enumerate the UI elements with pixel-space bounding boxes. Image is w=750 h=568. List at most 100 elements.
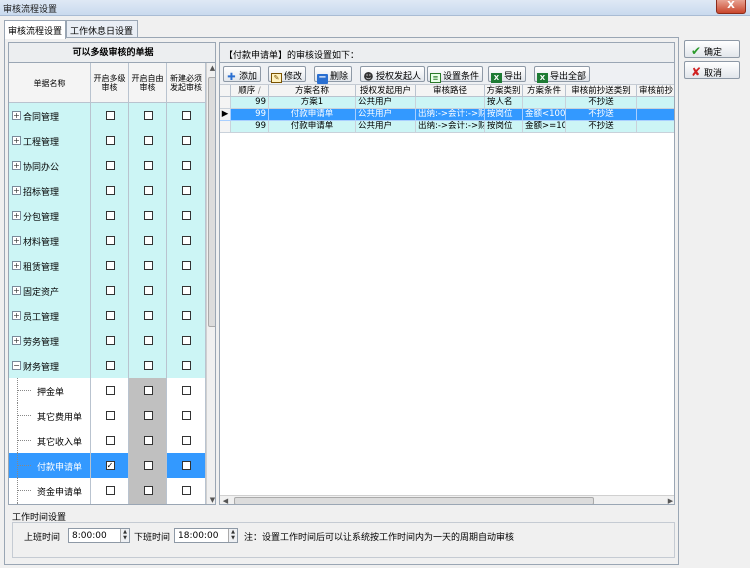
scroll-down-icon[interactable]: ▼ (207, 495, 215, 504)
checkbox[interactable] (182, 161, 191, 170)
checkbox[interactable] (182, 286, 191, 295)
checkbox[interactable] (105, 311, 115, 320)
collapse-icon[interactable]: − (12, 361, 21, 370)
checkbox[interactable] (105, 386, 115, 395)
checkbox[interactable] (143, 436, 153, 445)
checkbox[interactable] (143, 411, 153, 420)
condition-cell[interactable]: 金额<10000 (523, 109, 566, 121)
header-cc[interactable]: 审核前抄 (637, 85, 674, 97)
auth-users-cell[interactable]: 公共用户 (356, 121, 416, 133)
checkbox[interactable] (143, 236, 153, 245)
end-time-input[interactable]: 18:00:00 ▲ ▼ (174, 528, 238, 543)
document-row[interactable]: + 租赁管理 (9, 253, 206, 278)
row-indicator[interactable] (220, 121, 231, 133)
scroll-up-icon[interactable]: ▲ (207, 63, 215, 74)
scroll-right-icon[interactable]: ▶ (665, 496, 674, 504)
expand-icon[interactable]: + (12, 186, 21, 195)
checkbox[interactable] (105, 161, 115, 170)
checkbox[interactable] (182, 186, 191, 195)
auth-users-cell[interactable]: 公共用户 (356, 109, 416, 121)
document-row[interactable]: 其它收入单 (9, 428, 206, 453)
cc-cell[interactable] (637, 121, 674, 133)
checkbox[interactable] (105, 336, 115, 345)
checkbox[interactable] (105, 486, 115, 495)
checkbox[interactable] (105, 436, 115, 445)
tab-approval-flow[interactable]: 审核流程设置 (4, 20, 66, 39)
document-name-cell[interactable]: + 分包管理 (9, 203, 91, 228)
checkbox[interactable] (182, 261, 191, 270)
checkbox[interactable] (182, 311, 191, 320)
checkbox[interactable] (143, 386, 153, 395)
expand-icon[interactable]: + (12, 261, 21, 270)
close-button[interactable]: X (716, 0, 746, 14)
document-name-cell[interactable]: 其它收入单 (9, 428, 91, 453)
document-row[interactable]: + 协同办公 (9, 153, 206, 178)
scheme-grid-hscroll[interactable]: ◀ ▶ (220, 495, 674, 504)
order-cell[interactable]: 99 (231, 97, 269, 109)
start-time-input[interactable]: 8:00:00 ▲ ▼ (68, 528, 130, 543)
header-auth-users[interactable]: 授权发起用户 (356, 85, 416, 97)
document-row[interactable]: 付款单 (9, 503, 206, 504)
document-name-cell[interactable]: − 财务管理 (9, 353, 91, 378)
scroll-left-icon[interactable]: ◀ (220, 496, 231, 504)
document-row[interactable]: 资金申请单 (9, 478, 206, 503)
checkbox[interactable] (182, 461, 191, 470)
scheme-row[interactable]: ▶99付款申请单公共用户出纳:->会计:->财按岗位金额<10000不抄送 (220, 109, 674, 121)
tab-workday-settings[interactable]: 工作休息日设置 (66, 20, 138, 38)
header-must-initiate[interactable]: 新建必须发起审核 (167, 63, 206, 103)
document-row[interactable]: 押金单 (9, 378, 206, 403)
checkbox[interactable] (182, 411, 191, 420)
expand-icon[interactable]: + (12, 161, 21, 170)
document-name-cell[interactable]: + 劳务管理 (9, 328, 91, 353)
checkbox[interactable] (143, 461, 153, 470)
header-scheme-category[interactable]: 方案类别 (485, 85, 523, 97)
checkbox[interactable] (143, 211, 153, 220)
checkbox[interactable] (143, 336, 153, 345)
checkbox[interactable] (143, 311, 153, 320)
checkbox[interactable] (143, 136, 153, 145)
start-time-spinner[interactable]: ▲ ▼ (120, 529, 129, 542)
document-name-cell[interactable]: 付款单 (9, 503, 91, 504)
document-name-cell[interactable]: + 协同办公 (9, 153, 91, 178)
checkbox[interactable] (105, 211, 115, 220)
checkbox[interactable] (182, 136, 191, 145)
checkbox[interactable] (143, 486, 153, 495)
approval-path-cell[interactable]: 出纳:->会计:->财 (416, 109, 485, 121)
cc-type-cell[interactable]: 不抄送 (566, 97, 637, 109)
document-name-cell[interactable]: + 合同管理 (9, 103, 91, 128)
document-name-cell[interactable]: 其它费用单 (9, 403, 91, 428)
expand-icon[interactable]: + (12, 336, 21, 345)
expand-icon[interactable]: + (12, 236, 21, 245)
checkbox[interactable] (182, 486, 191, 495)
document-grid-vscroll[interactable]: ▲ ▼ (206, 63, 215, 504)
hscroll-thumb[interactable] (234, 497, 594, 504)
checkbox[interactable] (105, 136, 115, 145)
row-indicator[interactable]: ▶ (220, 109, 231, 121)
document-name-cell[interactable]: 押金单 (9, 378, 91, 403)
header-document-name[interactable]: 单据名称 (9, 63, 91, 103)
checkbox[interactable]: ✓ (105, 461, 115, 470)
document-name-cell[interactable]: + 材料管理 (9, 228, 91, 253)
row-indicator[interactable] (220, 97, 231, 109)
header-scheme-name[interactable]: 方案名称 (269, 85, 356, 97)
end-time-spinner[interactable]: ▲ ▼ (228, 529, 237, 542)
document-row[interactable]: 其它费用单 (9, 403, 206, 428)
document-row[interactable]: + 工程管理 (9, 128, 206, 153)
checkbox[interactable] (143, 361, 153, 370)
header-cc-type[interactable]: 审核前抄送类别 (566, 85, 637, 97)
document-row[interactable]: + 员工管理 (9, 303, 206, 328)
checkbox[interactable] (105, 261, 115, 270)
checkbox[interactable] (105, 186, 115, 195)
checkbox[interactable] (182, 236, 191, 245)
document-row[interactable]: + 招标管理 (9, 178, 206, 203)
cc-type-cell[interactable]: 不抄送 (566, 121, 637, 133)
document-row[interactable]: + 材料管理 (9, 228, 206, 253)
scroll-thumb[interactable] (208, 77, 215, 327)
authorize-initiator-button[interactable]: ☻ 授权发起人 (360, 66, 426, 83)
document-row[interactable]: + 合同管理 (9, 103, 206, 128)
scheme-name-cell[interactable]: 付款申请单 (269, 121, 356, 133)
condition-cell[interactable] (523, 97, 566, 109)
checkbox[interactable] (143, 186, 153, 195)
document-name-cell[interactable]: + 固定资产 (9, 278, 91, 303)
edit-button[interactable]: ✎ 修改 (268, 66, 307, 83)
